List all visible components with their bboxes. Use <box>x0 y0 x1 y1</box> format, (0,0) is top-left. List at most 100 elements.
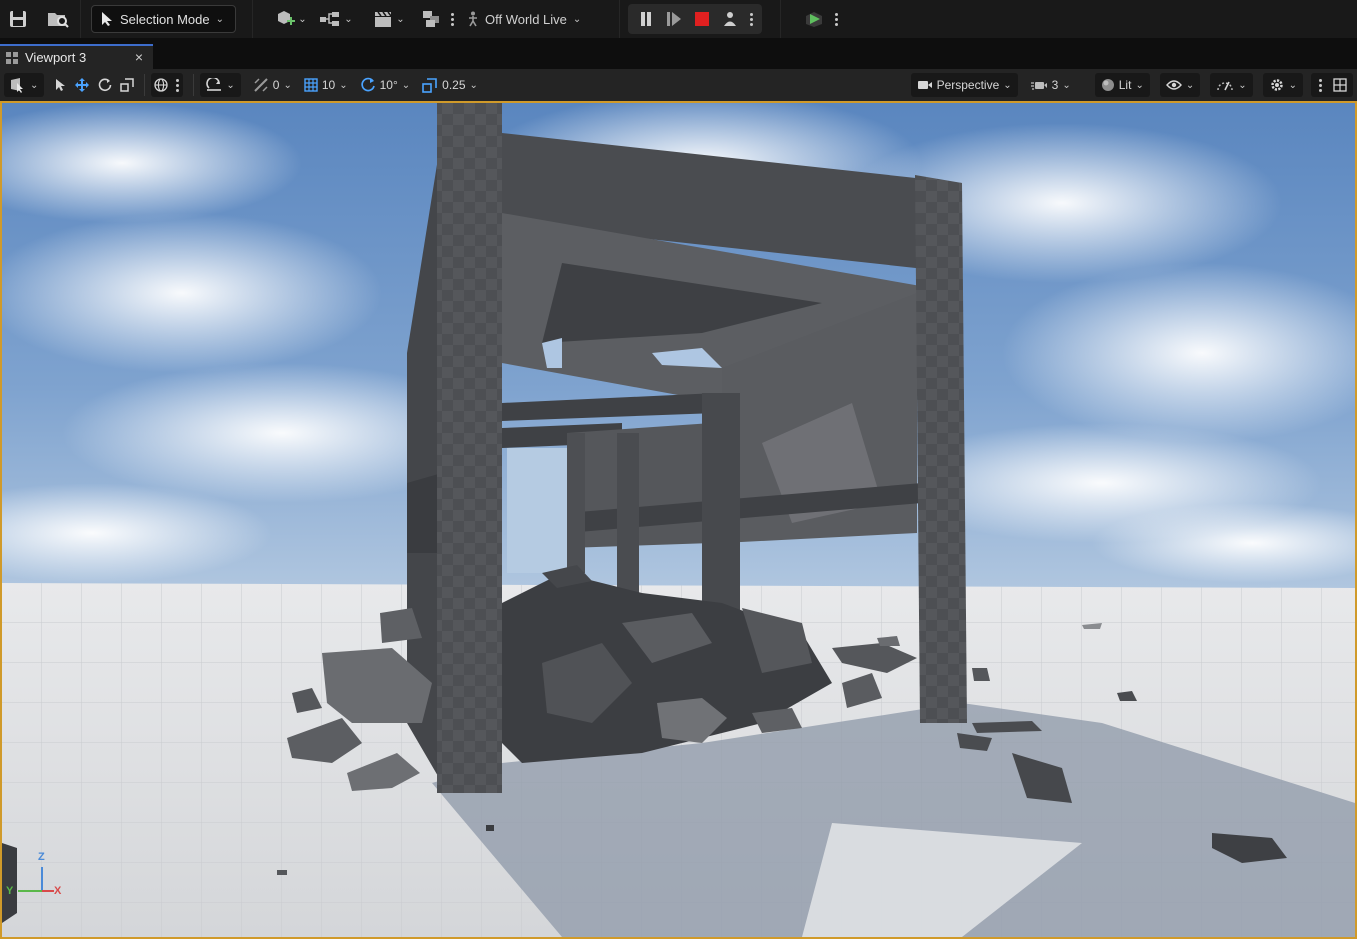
camera-icon <box>917 81 932 89</box>
blueprint-button[interactable]: ⌄ <box>311 0 361 38</box>
viewport-grid-icon <box>6 51 18 64</box>
play-controls <box>628 4 763 34</box>
toolbar-separator <box>80 0 81 38</box>
stop-icon <box>695 12 710 26</box>
scale-tool[interactable] <box>116 73 138 97</box>
layout-grid-icon <box>1333 78 1347 92</box>
layers-icon <box>423 11 439 27</box>
axis-gizmo: Z Y X <box>6 851 66 901</box>
pause-button[interactable] <box>632 5 660 33</box>
toolbar-separator <box>252 0 253 38</box>
stop-button[interactable] <box>688 5 716 33</box>
translate-tool[interactable] <box>70 73 94 97</box>
scale-snap-value: 0.25 <box>442 78 466 92</box>
angle-snap-value: 10° <box>379 78 398 92</box>
more-options-icon <box>1317 78 1323 92</box>
angle-snap-dropdown[interactable]: 10° ⌄ <box>354 73 417 97</box>
selection-mode-label: Selection Mode <box>120 11 210 27</box>
chevron-down-icon: ⌄ <box>401 79 411 91</box>
rotate-tool[interactable] <box>94 73 116 97</box>
more-options-icon[interactable] <box>445 0 459 38</box>
toolbar-separator <box>619 0 621 38</box>
rotation-snap-value: 0 <box>272 78 280 92</box>
chevron-down-icon: ⌄ <box>30 79 39 91</box>
chevron-down-icon: ⌄ <box>344 13 353 25</box>
eject-person-icon <box>724 12 737 26</box>
viewport-toolbar: ⌄ ⌄ 0 ⌄ 10 ⌄ 10° ⌄ 0.25 ⌄ Perspective ⌄ … <box>0 69 1357 101</box>
show-flags-dropdown[interactable]: ⌄ <box>1159 73 1201 97</box>
viewport-layout-options[interactable] <box>1311 73 1353 97</box>
viewport-options-icon <box>11 78 23 93</box>
scene-render <box>2 103 1355 937</box>
viewport-3d[interactable]: Z Y X <box>0 101 1357 939</box>
add-cube-icon <box>278 11 296 25</box>
settings-dropdown[interactable]: ⌄ <box>1262 73 1303 97</box>
lit-sphere-icon <box>1101 79 1114 91</box>
step-icon <box>667 12 682 26</box>
chevron-down-icon: ⌄ <box>396 13 405 25</box>
main-toolbar: Selection Mode ⌄ ⌄ ⌄ ⌄ Off World Live ⌄ <box>0 0 1357 38</box>
select-tool[interactable] <box>50 73 70 97</box>
eject-button[interactable] <box>716 5 744 33</box>
rotate-icon <box>99 78 112 92</box>
close-icon[interactable]: × <box>135 49 143 65</box>
camera-speed-icon <box>1030 82 1047 90</box>
platforms-button[interactable] <box>799 0 829 38</box>
scalability-icon <box>1217 81 1233 91</box>
lit-label: Lit <box>1118 78 1132 92</box>
clapperboard-icon <box>375 11 392 27</box>
globe-icon <box>154 78 169 92</box>
step-frame-button[interactable] <box>660 5 688 33</box>
chevron-down-icon: ⌄ <box>1185 79 1195 91</box>
more-options-icon[interactable] <box>174 78 180 92</box>
chevron-down-icon: ⌄ <box>1003 79 1012 91</box>
layers-button[interactable] <box>417 0 445 38</box>
pause-icon <box>641 12 652 26</box>
toolbar-separator <box>144 74 146 96</box>
chevron-down-icon: ⌄ <box>469 79 478 91</box>
chevron-down-icon: ⌄ <box>339 79 348 91</box>
performance-dropdown[interactable]: ⌄ <box>1210 73 1253 97</box>
tab-viewport-3[interactable]: Viewport 3 × <box>0 44 153 69</box>
scale-snap-dropdown[interactable]: 0.25 ⌄ <box>416 73 484 97</box>
rotation-snap-dropdown[interactable]: 0 ⌄ <box>247 73 298 97</box>
content-browser-icon[interactable] <box>36 0 80 38</box>
tab-bar: Viewport 3 × <box>0 38 1357 69</box>
axis-y-label: Y <box>6 885 14 897</box>
angle-snap-icon <box>360 77 375 92</box>
off-world-live-label: Off World Live <box>485 11 567 27</box>
grid-snap-value: 10 <box>321 78 336 92</box>
perspective-label: Perspective <box>936 78 1000 92</box>
grid-snap-dropdown[interactable]: 10 ⌄ <box>298 73 354 97</box>
camera-speed-dropdown[interactable]: 3 ⌄ <box>1024 73 1077 97</box>
perspective-dropdown[interactable]: Perspective ⌄ <box>910 73 1018 97</box>
coordinate-system-toggle[interactable] <box>151 73 184 97</box>
chevron-down-icon: ⌄ <box>572 13 582 25</box>
play-options-icon[interactable] <box>744 12 758 26</box>
chevron-down-icon: ⌄ <box>1238 79 1247 91</box>
cursor-icon <box>102 12 112 26</box>
grid-snap-icon <box>304 78 318 92</box>
scale-snap-icon <box>422 78 437 93</box>
surface-snapping-dropdown[interactable]: ⌄ <box>200 73 241 97</box>
viewport-options-dropdown[interactable]: ⌄ <box>4 73 45 97</box>
select-arrow-icon <box>56 79 66 91</box>
chevron-down-icon: ⌄ <box>1135 79 1144 91</box>
platforms-options-icon[interactable] <box>829 0 843 38</box>
chevron-down-icon: ⌄ <box>298 13 307 25</box>
save-icon[interactable] <box>0 0 36 38</box>
cinematics-button[interactable]: ⌄ <box>361 0 417 38</box>
off-world-live-button[interactable]: Off World Live ⌄ <box>459 0 589 38</box>
camera-speed-value: 3 <box>1051 78 1059 92</box>
translate-icon <box>75 78 90 92</box>
platforms-icon <box>806 12 823 27</box>
eye-icon <box>1165 80 1182 90</box>
figure-icon <box>469 11 477 27</box>
blueprint-icon <box>320 12 340 26</box>
lighting-mode-dropdown[interactable]: Lit ⌄ <box>1094 73 1150 97</box>
chevron-down-icon: ⌄ <box>1288 79 1297 91</box>
add-actor-button[interactable]: ⌄ <box>271 0 311 38</box>
chevron-down-icon: ⌄ <box>215 13 225 25</box>
rotation-snap-icon <box>254 78 268 92</box>
selection-mode-dropdown[interactable]: Selection Mode ⌄ <box>91 5 236 33</box>
